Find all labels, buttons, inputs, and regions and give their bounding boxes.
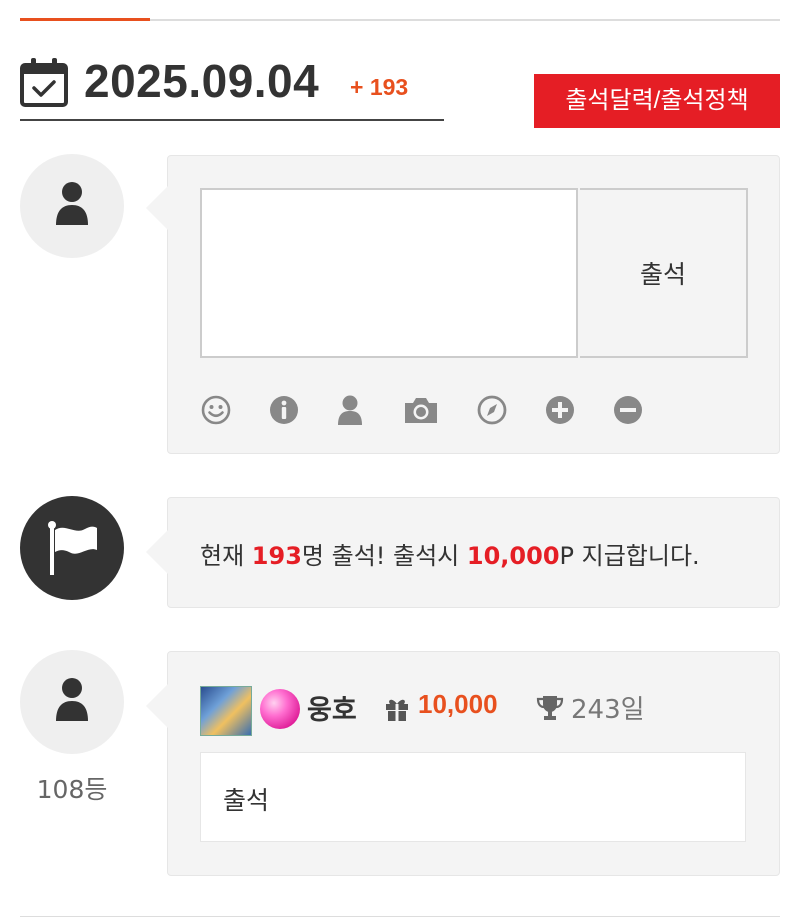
reward-points: 10,000: [466, 542, 560, 570]
compass-icon[interactable]: [476, 394, 508, 426]
attendance-rank: 108등: [36, 775, 108, 804]
bubble-tail: [146, 186, 168, 230]
trophy-icon: [536, 696, 564, 720]
bottom-divider: [20, 916, 780, 917]
entry-points: 10,000: [418, 689, 498, 719]
camera-icon[interactable]: [402, 394, 440, 426]
user-icon[interactable]: [334, 394, 366, 426]
minus-icon[interactable]: [612, 394, 644, 426]
attendance-policy-button[interactable]: 출석달력/출석정책: [534, 74, 780, 128]
user-icon: [56, 678, 88, 721]
gift-icon: [386, 699, 408, 721]
memo-input[interactable]: [200, 188, 578, 358]
attendee-count: 193: [251, 542, 302, 570]
flag-icon: [48, 521, 97, 575]
attendance-submit-button[interactable]: 출석: [580, 188, 748, 358]
level-gem-icon: [260, 689, 300, 729]
avatar: [20, 650, 124, 754]
bubble-tail: [146, 530, 168, 574]
entry-message: 출석: [223, 786, 270, 815]
attendance-entry: 웅호 10,000 243일 출석: [146, 651, 780, 876]
avatar: [20, 154, 124, 258]
calendar-icon: [20, 58, 68, 107]
info-icon[interactable]: [268, 394, 300, 426]
profile-image[interactable]: [200, 686, 252, 736]
smile-icon[interactable]: [200, 394, 232, 426]
attendance-info: 현재 193명 출석! 출석시 10,000P 지급합니다.: [146, 497, 780, 608]
flag-avatar: [20, 496, 124, 600]
attendance-form: 출석: [146, 155, 780, 454]
attendance-days: 243일: [571, 695, 645, 725]
bubble-tail: [146, 684, 168, 728]
nickname[interactable]: 웅호: [307, 688, 357, 727]
user-icon: [56, 182, 88, 225]
plus-icon[interactable]: [544, 394, 576, 426]
date-header: 2025.09.04 + 193: [20, 48, 444, 121]
attendance-count: + 193: [350, 74, 409, 100]
top-accent-bar: [20, 18, 150, 21]
attendance-info-text: 현재 193명 출석! 출석시 10,000P 지급합니다.: [200, 542, 700, 570]
entry-message-box: 출석: [200, 752, 746, 842]
attendance-date: 2025.09.04: [84, 55, 320, 107]
